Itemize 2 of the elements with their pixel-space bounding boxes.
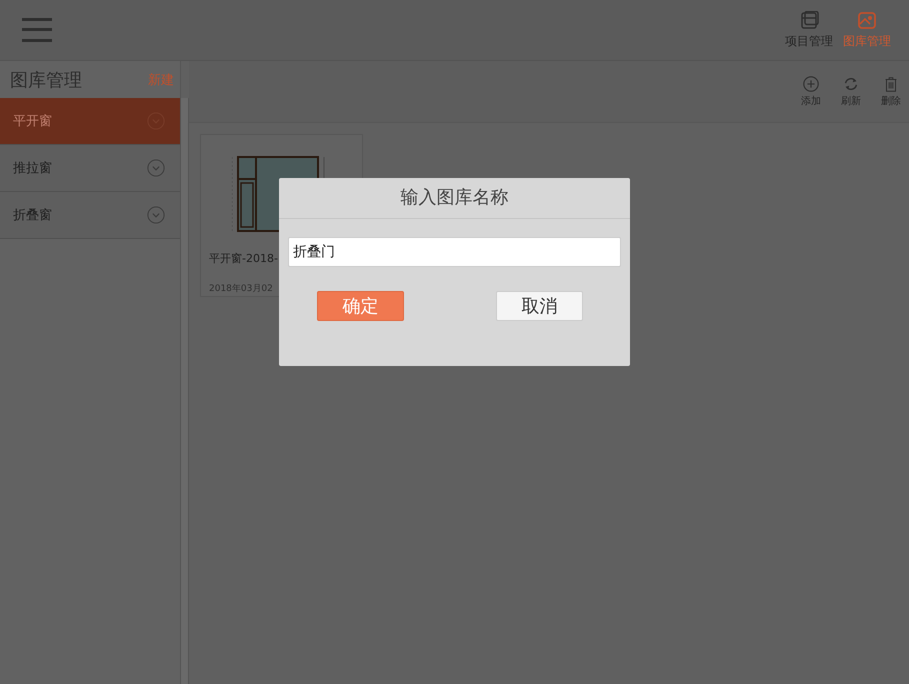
card-title: 平开窗-2018- — [209, 251, 278, 266]
dialog-title: 输入图库名称 — [279, 178, 630, 219]
